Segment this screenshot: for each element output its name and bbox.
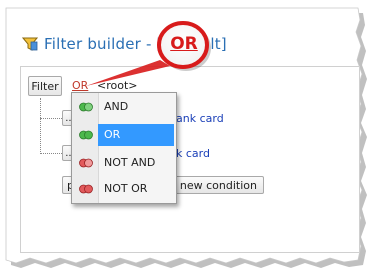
condition-2-text[interactable]: k card	[176, 147, 210, 160]
menu-item-not-and[interactable]: NOT AND	[72, 151, 176, 175]
root-label: <root>	[97, 79, 138, 92]
menu-item-label: NOT OR	[104, 182, 148, 195]
filter-funnel-icon	[22, 37, 38, 51]
menu-item-label: NOT AND	[104, 156, 156, 169]
or-group-icon	[79, 130, 93, 140]
title-text-left: Filter builder - [	[44, 35, 163, 53]
tree-line-branch	[40, 118, 62, 119]
menu-item-or[interactable]: OR	[72, 123, 176, 147]
callout-text: OR	[170, 34, 198, 54]
menu-item-label: OR	[104, 128, 121, 141]
filter-button[interactable]: Filter	[28, 76, 62, 96]
screenshot-stage: Filter builder - [u lt] Filter OR <root> …	[0, 0, 380, 274]
not-and-group-icon	[79, 158, 93, 168]
add-condition-button[interactable]: d a new condition	[159, 176, 264, 194]
condition-1-text[interactable]: ank card	[176, 112, 224, 125]
title-text-right: lt]	[210, 35, 227, 53]
menu-item-and[interactable]: AND	[72, 95, 176, 119]
menu-item-not-or[interactable]: NOT OR	[72, 177, 176, 201]
tree-line-branch	[40, 153, 62, 154]
menu-item-label: AND	[104, 100, 129, 113]
tree-line-vertical	[40, 98, 41, 154]
group-operator-link[interactable]: OR	[72, 79, 88, 92]
and-group-icon	[79, 102, 93, 112]
group-operator-menu: AND OR NOT AND NOT OR	[71, 92, 177, 204]
not-or-group-icon	[79, 184, 93, 194]
